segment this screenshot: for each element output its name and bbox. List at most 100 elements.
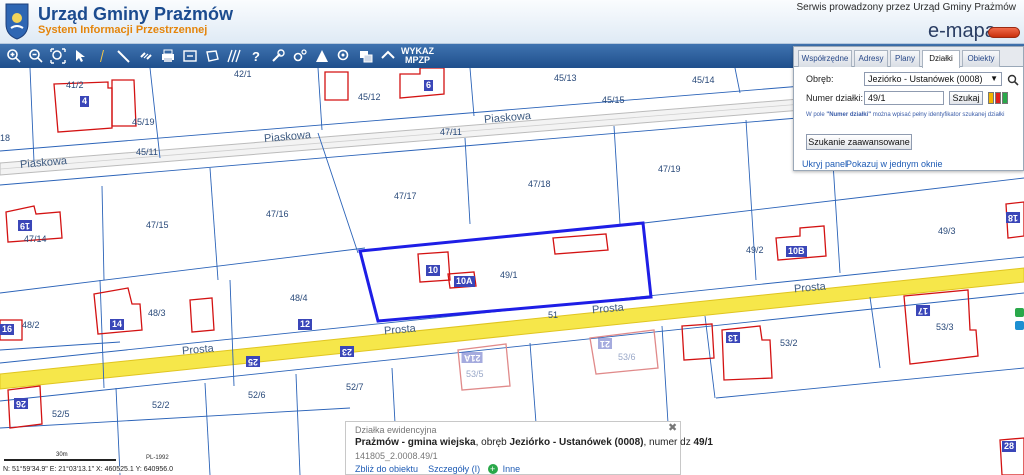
scale-label: 30m: [56, 452, 68, 458]
color-swatch-icon[interactable]: [995, 92, 1001, 104]
layers-icon[interactable]: [355, 45, 377, 67]
house-number-badge: 12: [298, 319, 313, 330]
search-icon[interactable]: [333, 45, 355, 67]
search-button[interactable]: Szukaj: [949, 91, 983, 105]
app-title: Urząd Gminy Prażmów: [38, 4, 234, 24]
tab-adresy[interactable]: Adresy: [854, 50, 888, 67]
info-description: Prażmów - gmina wiejska, obręb Jeziórko …: [355, 437, 713, 448]
parcel-label: 49/1: [500, 270, 518, 280]
house-number-badge: 21: [598, 338, 613, 349]
link-icon[interactable]: [135, 45, 157, 67]
info-icon[interactable]: [91, 45, 113, 67]
house-number-badge: 26: [14, 398, 29, 409]
tab-obiekty[interactable]: Obiekty: [962, 50, 1000, 67]
parcel-label: 45/12: [358, 92, 381, 102]
app-subtitle: System Informacji Przestrzennej: [38, 24, 208, 36]
crs-label: PL-1992: [146, 455, 169, 461]
parcel-label: 41/2: [66, 80, 84, 90]
hatch-icon[interactable]: [223, 45, 245, 67]
polygon-icon[interactable]: [201, 45, 223, 67]
hide-panel-link[interactable]: Ukryj panel: [802, 159, 847, 169]
parcel-label: 45/14: [692, 75, 715, 85]
close-icon[interactable]: ✖: [668, 423, 679, 435]
emapa-logo[interactable]: e-mapa: [928, 20, 996, 43]
parcel-label: 18: [0, 133, 11, 143]
house-number-badge: 10: [426, 265, 441, 276]
wykaz-line2: MPZP: [404, 55, 430, 65]
parcel-id: 141805_2.0008.49/1: [355, 451, 438, 461]
select-icon[interactable]: [69, 45, 91, 67]
chevron-down-icon: ▼: [990, 74, 998, 83]
settings-icon[interactable]: [289, 45, 311, 67]
search-icon[interactable]: [1007, 74, 1019, 86]
zoom-out-icon[interactable]: [25, 45, 47, 67]
help-icon[interactable]: ?: [245, 45, 267, 67]
tab-plany[interactable]: Plany: [890, 50, 920, 67]
tab-dzialki[interactable]: Działki: [922, 50, 960, 68]
tab-wspolrzedne[interactable]: Współrzędne: [798, 50, 852, 67]
details-link[interactable]: Szczegóły (I): [428, 464, 480, 474]
wrench-icon[interactable]: [267, 45, 289, 67]
zoom-in-icon[interactable]: [3, 45, 25, 67]
parcel-label: 47/16: [266, 209, 289, 219]
plus-icon[interactable]: +: [487, 464, 498, 474]
app-header: Urząd Gminy Prażmów System Informacji Pr…: [0, 0, 1024, 44]
parcel-label: 42/1: [234, 69, 252, 79]
parcel-label: 52/7: [346, 382, 364, 392]
parcel-info-popup: Działka ewidencyjna ✖ Prażmów - gmina wi…: [345, 421, 713, 475]
parcel-label: 48/2: [22, 320, 40, 330]
info-links: Zbliż do obiektu Szczegóły (I) + Inne: [355, 464, 520, 474]
house-number-badge: 23: [340, 346, 355, 357]
parcel-label: 49/3: [938, 226, 956, 236]
house-number-badge: 28: [1002, 441, 1017, 452]
print-icon[interactable]: [157, 45, 179, 67]
parcel-label: 53/6: [618, 352, 636, 362]
parcel-label: 47/19: [658, 164, 681, 174]
obreb-select[interactable]: Jeziórko - Ustanówek (0008) ▼: [864, 72, 1002, 86]
parcel-label: 51: [548, 310, 559, 320]
parcel-label: 45/11: [136, 147, 158, 157]
house-number-badge: 10A: [454, 276, 475, 287]
parcel-label: 45/13: [554, 73, 577, 83]
coat-of-arms-logo: [5, 3, 29, 40]
house-number-badge: 10B: [786, 246, 807, 257]
house-number-badge: 18: [1006, 212, 1021, 223]
obreb-value: Jeziórko - Ustanówek (0008): [868, 74, 983, 84]
parcel-label: 53/3: [936, 322, 954, 332]
export-icon[interactable]: [179, 45, 201, 67]
parcel-label: 45/19: [132, 117, 155, 127]
numer-input[interactable]: 49/1: [864, 91, 944, 105]
advanced-search-button[interactable]: Szukanie zaawansowane: [806, 134, 912, 150]
house-number-badge: 4: [80, 96, 90, 107]
parcel-label: 47/18: [528, 179, 551, 189]
parcel-label: 45/15: [602, 95, 625, 105]
house-number-badge: 16: [0, 324, 15, 335]
zoom-to-object-link[interactable]: Zbliż do obiektu: [355, 464, 418, 474]
parcel-label: 52/2: [152, 400, 170, 410]
search-panel: Współrzędne Adresy Plany Działki Obiekty…: [793, 46, 1024, 171]
chevron-icon[interactable]: [377, 45, 399, 67]
panel-tabs: Współrzędne Adresy Plany Działki Obiekty: [794, 47, 1023, 68]
house-number-badge: 21A: [462, 352, 483, 363]
wykaz-mpzp-button[interactable]: WYKAZ MPZP: [401, 47, 434, 65]
hint-text: W pole "Numer działki" można wpisać pełn…: [806, 112, 1005, 118]
parcel-label: 47/15: [146, 220, 169, 230]
info-header: Działka ewidencyjna: [355, 425, 437, 435]
scale-bar: 30m: [4, 452, 116, 462]
color-swatch-icon[interactable]: [1002, 92, 1008, 104]
parcel-label: 52/5: [52, 409, 70, 419]
color-swatch-icon[interactable]: [988, 92, 994, 104]
single-window-link[interactable]: Pokazuj w jednym oknie: [846, 159, 943, 169]
house-number-badge: 19: [18, 220, 33, 231]
house-number-badge: 25: [246, 356, 261, 367]
numer-label: Numer działki:: [806, 93, 864, 103]
house-number-badge: 6: [424, 80, 434, 91]
house-number-badge: 13: [726, 332, 741, 343]
measure-icon[interactable]: [113, 45, 135, 67]
triangle-icon[interactable]: [311, 45, 333, 67]
more-link[interactable]: Inne: [503, 464, 521, 474]
zoom-extent-icon[interactable]: [47, 45, 69, 67]
obreb-label: Obręb:: [806, 74, 834, 84]
service-text: Serwis prowadzony przez Urząd Gminy Praż…: [796, 2, 1016, 13]
parcel-label: 48/3: [148, 308, 166, 318]
